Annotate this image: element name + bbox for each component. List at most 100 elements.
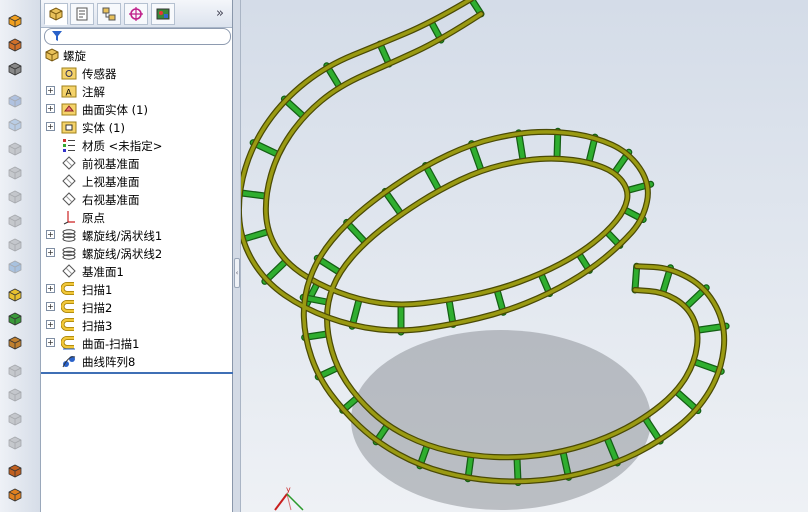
boundary-cut-button[interactable] (5, 234, 25, 254)
configurationmanager-tab[interactable] (97, 3, 121, 25)
draft-button[interactable] (5, 360, 25, 380)
expand-toggle-icon[interactable]: + (46, 122, 55, 131)
tree-node[interactable]: + 扫描2 (41, 298, 233, 316)
revolved-boss-icon (8, 38, 22, 52)
filter-input[interactable] (44, 28, 231, 45)
tree-node[interactable]: 曲线阵列8 (41, 352, 233, 370)
filter-funnel-icon (52, 31, 62, 41)
display-manager-tab[interactable] (151, 3, 175, 25)
collapse-panel-handle[interactable]: ‹ (234, 258, 240, 288)
tree-node[interactable]: + A 注解 (41, 82, 233, 100)
tree-node[interactable]: + 螺旋线/涡状线1 (41, 226, 233, 244)
wrap-button[interactable] (5, 408, 25, 428)
part-tree-icon (49, 7, 63, 21)
reference-triad-icon: y (274, 485, 304, 511)
extruded-boss-icon (8, 14, 22, 28)
extruded-boss-button[interactable] (5, 10, 25, 30)
tree-node-label: 注解 (82, 85, 105, 99)
triad-axis-label: y (286, 485, 291, 494)
tree-node-label: 基准面1 (82, 265, 124, 279)
fillet-button[interactable] (5, 284, 25, 304)
sweep-icon (60, 317, 77, 333)
featuremanager-panel: » 螺旋传感器 + A 注解 + 曲面实体 (1) + 实体 (1) 材质 <未指定> 前视基准面… (41, 0, 233, 512)
swept-cut-icon (8, 190, 22, 204)
rib-icon (8, 336, 22, 350)
tree-node-label: 螺旋线/涡状线2 (82, 247, 163, 261)
expand-toggle-icon[interactable]: + (46, 338, 55, 347)
plane-icon (61, 155, 77, 171)
tree-node[interactable]: + 曲面-扫描1 (41, 334, 233, 352)
tree-node-label: 螺旋 (63, 49, 86, 63)
tree-node[interactable]: 前视基准面 (41, 154, 233, 172)
tree-node-label: 曲面-扫描1 (82, 337, 140, 351)
plane-icon (61, 263, 77, 279)
surface-bodies-icon (61, 101, 77, 117)
sensor-folder-icon (61, 65, 77, 81)
rung-bar-highlight (554, 129, 561, 161)
expand-toggle-icon[interactable]: + (46, 302, 55, 311)
hole-wizard-icon (8, 260, 22, 274)
boundary-cut-icon (8, 238, 22, 252)
origin-icon (61, 209, 77, 225)
tree-node[interactable]: 原点 (41, 208, 233, 226)
tree-node-label: 螺旋线/涡状线1 (82, 229, 163, 243)
tree-node[interactable]: + 螺旋线/涡状线2 (41, 244, 233, 262)
expand-toggle-icon[interactable]: + (46, 230, 55, 239)
tree-node[interactable]: 材质 <未指定> (41, 136, 233, 154)
tree-node-label: 曲面实体 (1) (82, 103, 148, 117)
tree-node[interactable]: 基准面1 (41, 262, 233, 280)
tree-node[interactable]: 螺旋 (41, 46, 233, 64)
mirror-button[interactable] (5, 460, 25, 480)
rollback-bar[interactable] (41, 372, 233, 374)
lofted-boss-button[interactable] (5, 90, 25, 110)
tree-node-label: 传感器 (82, 67, 117, 81)
expand-toggle-icon[interactable]: + (46, 284, 55, 293)
hole-wizard-button[interactable] (5, 256, 25, 276)
tree-node[interactable]: 传感器 (41, 64, 233, 82)
tree-node[interactable]: + 实体 (1) (41, 118, 233, 136)
tree-node-label: 右视基准面 (82, 193, 140, 207)
tree-node[interactable]: + 曲面实体 (1) (41, 100, 233, 118)
lofted-boss-icon (8, 94, 22, 108)
svg-text:A: A (66, 89, 73, 99)
graphics-viewport[interactable]: y (241, 0, 808, 512)
linear-pattern-button[interactable] (5, 308, 25, 328)
tree-node-label: 曲线阵列8 (82, 355, 136, 369)
sweep-icon (60, 281, 77, 297)
panel-more-chevron-icon[interactable]: » (216, 6, 224, 21)
dimxpert-tab[interactable] (124, 3, 148, 25)
extruded-cut-button[interactable] (5, 138, 25, 158)
spiral-model (241, 0, 730, 510)
tree-node[interactable]: + 扫描3 (41, 316, 233, 334)
shell-button[interactable] (5, 384, 25, 404)
lofted-cut-button[interactable] (5, 210, 25, 230)
expand-toggle-icon[interactable]: + (46, 320, 55, 329)
tree-node[interactable]: 上视基准面 (41, 172, 233, 190)
swept-cut-button[interactable] (5, 186, 25, 206)
expand-toggle-icon[interactable]: + (46, 86, 55, 95)
boundary-boss-button[interactable] (5, 114, 25, 134)
tree-node-label: 前视基准面 (82, 157, 140, 171)
helix-icon (61, 227, 77, 243)
rib-button[interactable] (5, 332, 25, 352)
tree-node[interactable]: 右视基准面 (41, 190, 233, 208)
extruded-cut-icon (8, 142, 22, 156)
propertymanager-tab[interactable] (70, 3, 94, 25)
revolved-cut-button[interactable] (5, 162, 25, 182)
helix-icon (61, 245, 77, 261)
intersect-button[interactable] (5, 432, 25, 452)
configuration-icon (102, 7, 116, 21)
tree-node-label: 原点 (82, 211, 105, 225)
revolved-boss-button[interactable] (5, 34, 25, 54)
panel-splitter[interactable]: ‹ (233, 0, 241, 512)
featuremanager-tab[interactable] (44, 3, 68, 25)
swept-boss-icon (8, 62, 22, 76)
tree-node[interactable]: + 扫描1 (41, 280, 233, 298)
swept-boss-button[interactable] (5, 58, 25, 78)
wrap-icon (8, 412, 22, 426)
expand-toggle-icon[interactable]: + (46, 248, 55, 257)
tree-node-label: 扫描2 (82, 301, 113, 315)
expand-toggle-icon[interactable]: + (46, 104, 55, 113)
reference-geometry-button[interactable] (5, 484, 25, 504)
material-icon (61, 137, 77, 153)
